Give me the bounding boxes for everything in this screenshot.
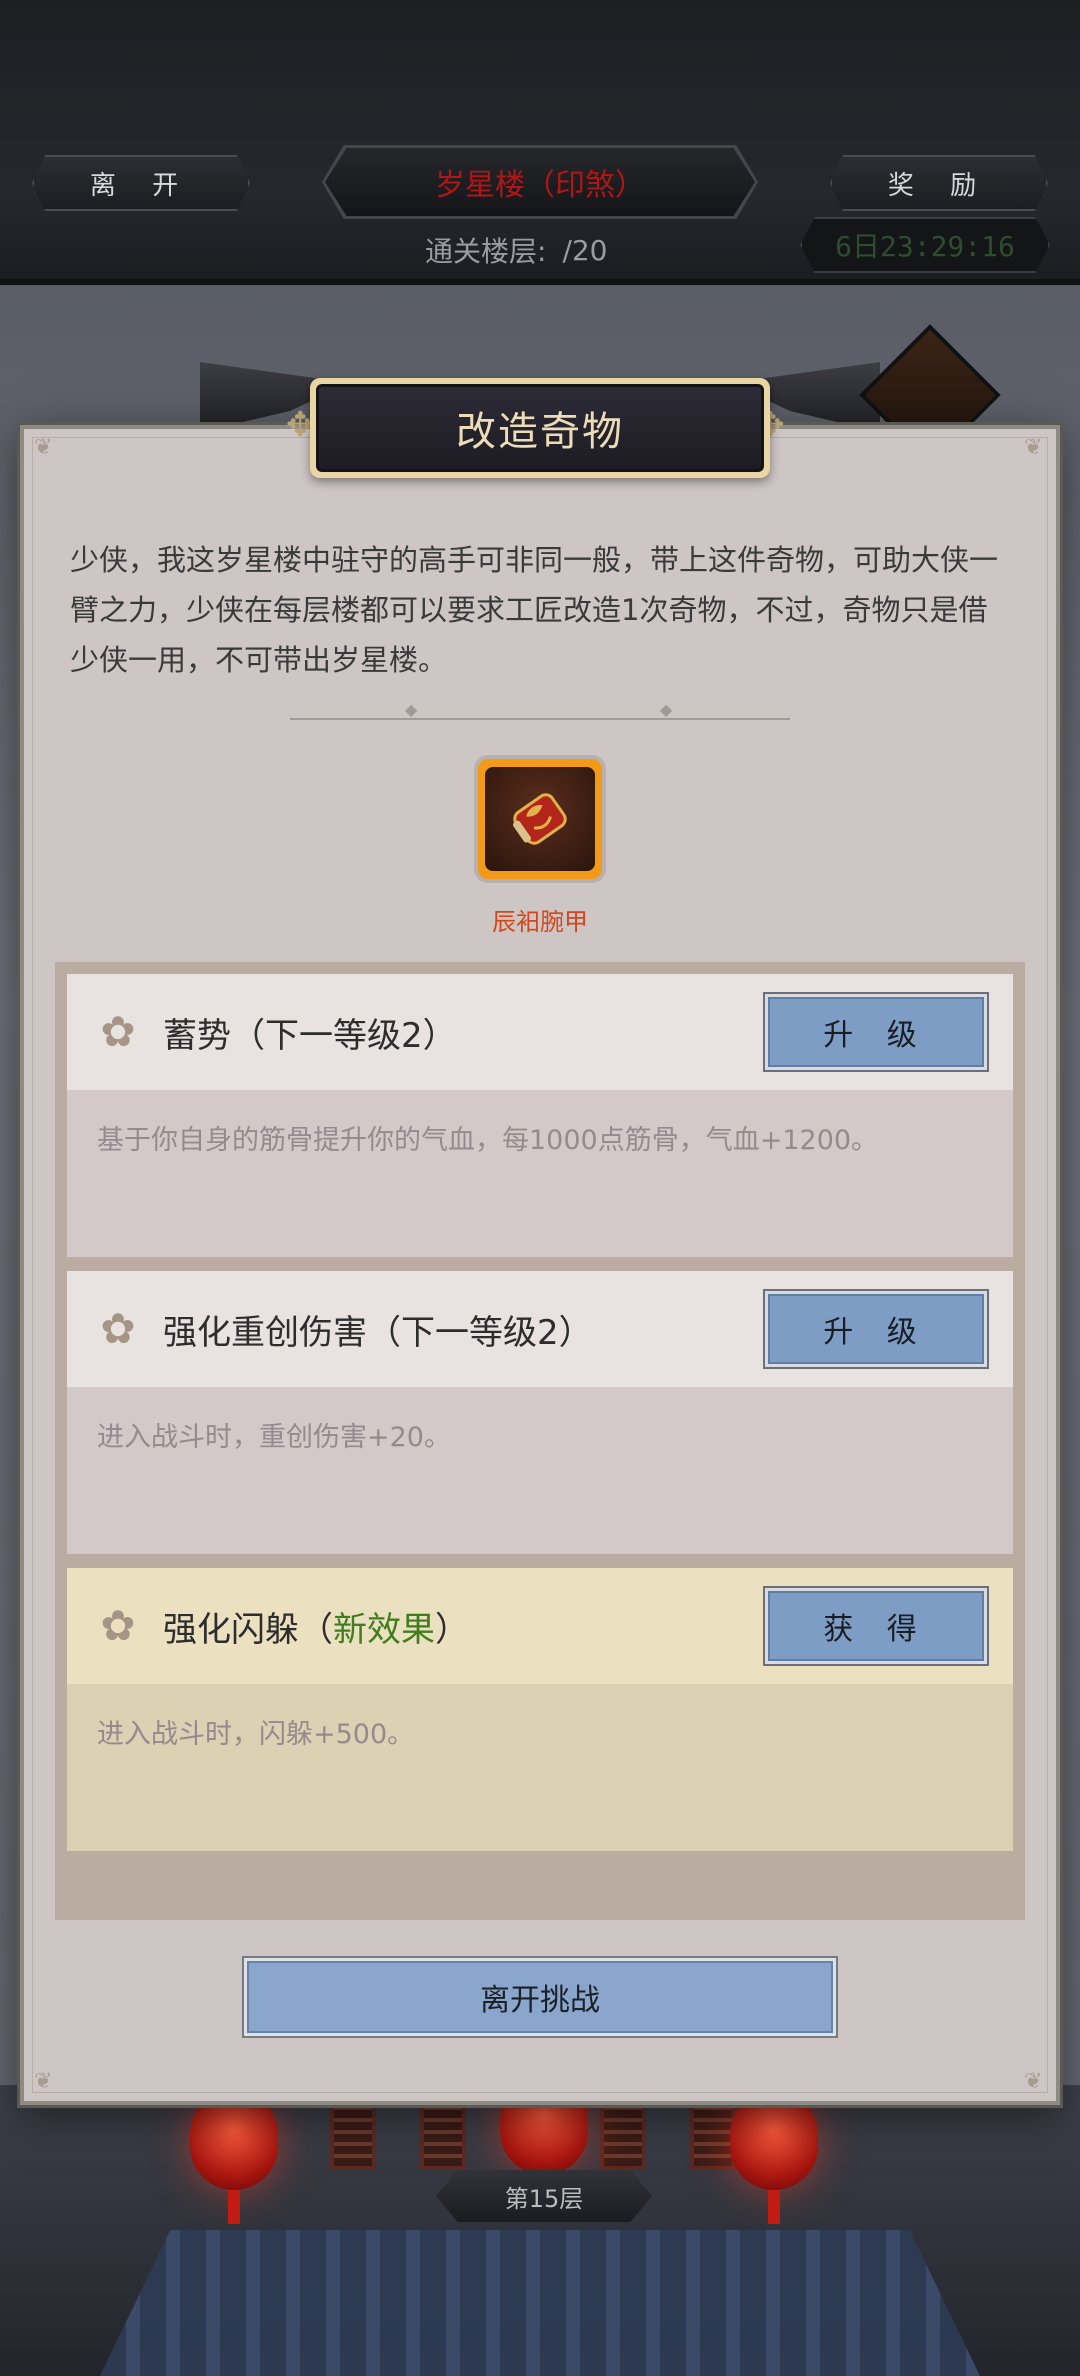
divider-ornament-icon: ◆ [660, 700, 673, 719]
upgrade-description: 进入战斗时，重创伤害+20。 [67, 1387, 1013, 1554]
leave-button[interactable]: 离 开 [32, 155, 250, 211]
flower-icon: ✿ [100, 1601, 136, 1650]
tower-title: 岁星楼（印煞） [325, 148, 755, 216]
relic-item-slot[interactable] [474, 755, 606, 883]
relic-item-name: 辰衵腕甲 [492, 908, 588, 936]
countdown-timer: 6日23:29:16 [800, 217, 1050, 273]
upgrade-title-prefix: 强化闪躲（ [163, 1609, 333, 1650]
floor-tag: 第15层 [436, 2170, 652, 2222]
flower-icon: ✿ [100, 1304, 136, 1353]
divider-left [290, 706, 550, 720]
corner-ornament-icon: ❦ [34, 2069, 53, 2094]
corner-ornament-icon: ❦ [1024, 2069, 1043, 2094]
floor-progress-label: 通关楼层: [425, 235, 547, 268]
window-decoration [420, 2095, 466, 2170]
upgrade-card: ✿ 强化重创伤害（下一等级2） 进入战斗时，重创伤害+20。 升 级 [67, 1271, 1013, 1554]
upgrade-title-suffix: ） [435, 1609, 469, 1650]
reward-button[interactable]: 奖 励 [830, 155, 1048, 211]
upgrade-card-new: ✿ 强化闪躲（新效果） 进入战斗时，闪躲+500。 获 得 [67, 1568, 1013, 1851]
bracer-icon [485, 767, 595, 871]
upgrade-button[interactable]: 升 级 [765, 994, 987, 1070]
upgrade-title: 蓄势（下一等级2） [163, 1015, 457, 1056]
roof-decoration [100, 2230, 980, 2376]
lantern-icon [730, 2090, 818, 2224]
upgrade-description: 进入战斗时，闪躲+500。 [67, 1684, 1013, 1851]
dialog-title-frame: 改造奇物 [310, 378, 770, 478]
upgrade-title: 强化重创伤害（下一等级2） [163, 1312, 593, 1353]
bracer-icon-graphic [512, 793, 567, 845]
flower-icon: ✿ [100, 1007, 136, 1056]
upgrade-title: 强化闪躲（新效果） [163, 1602, 469, 1651]
new-effect-label: 新效果 [333, 1609, 435, 1650]
divider-ornament-icon: ◆ [405, 700, 418, 719]
upgrade-list: ✿ 蓄势（下一等级2） 基于你自身的筋骨提升你的气血，每1000点筋骨，气血+1… [55, 962, 1025, 1920]
floor-progress-total: /20 [562, 233, 608, 267]
floor-progress: 通关楼层: /20 [425, 230, 608, 270]
upgrade-description: 基于你自身的筋骨提升你的气血，每1000点筋骨，气血+1200。 [67, 1090, 1013, 1257]
upgrade-card: ✿ 蓄势（下一等级2） 基于你自身的筋骨提升你的气血，每1000点筋骨，气血+1… [67, 974, 1013, 1257]
leave-challenge-button[interactable]: 离开挑战 [244, 1958, 836, 2036]
corner-ornament-icon: ❦ [34, 435, 53, 460]
dialog-intro-text: 少侠，我这岁星楼中驻守的高手可非同一般，带上这件奇物，可助大侠一臂之力，少侠在每… [70, 543, 999, 677]
corner-ornament-icon: ❦ [1024, 435, 1043, 460]
lantern-icon [190, 2090, 278, 2224]
upgrade-button[interactable]: 升 级 [765, 1291, 987, 1367]
obtain-button[interactable]: 获 得 [765, 1588, 987, 1664]
dialog-title: 改造奇物 [316, 384, 764, 472]
window-decoration [600, 2095, 646, 2170]
window-decoration [330, 2095, 376, 2170]
